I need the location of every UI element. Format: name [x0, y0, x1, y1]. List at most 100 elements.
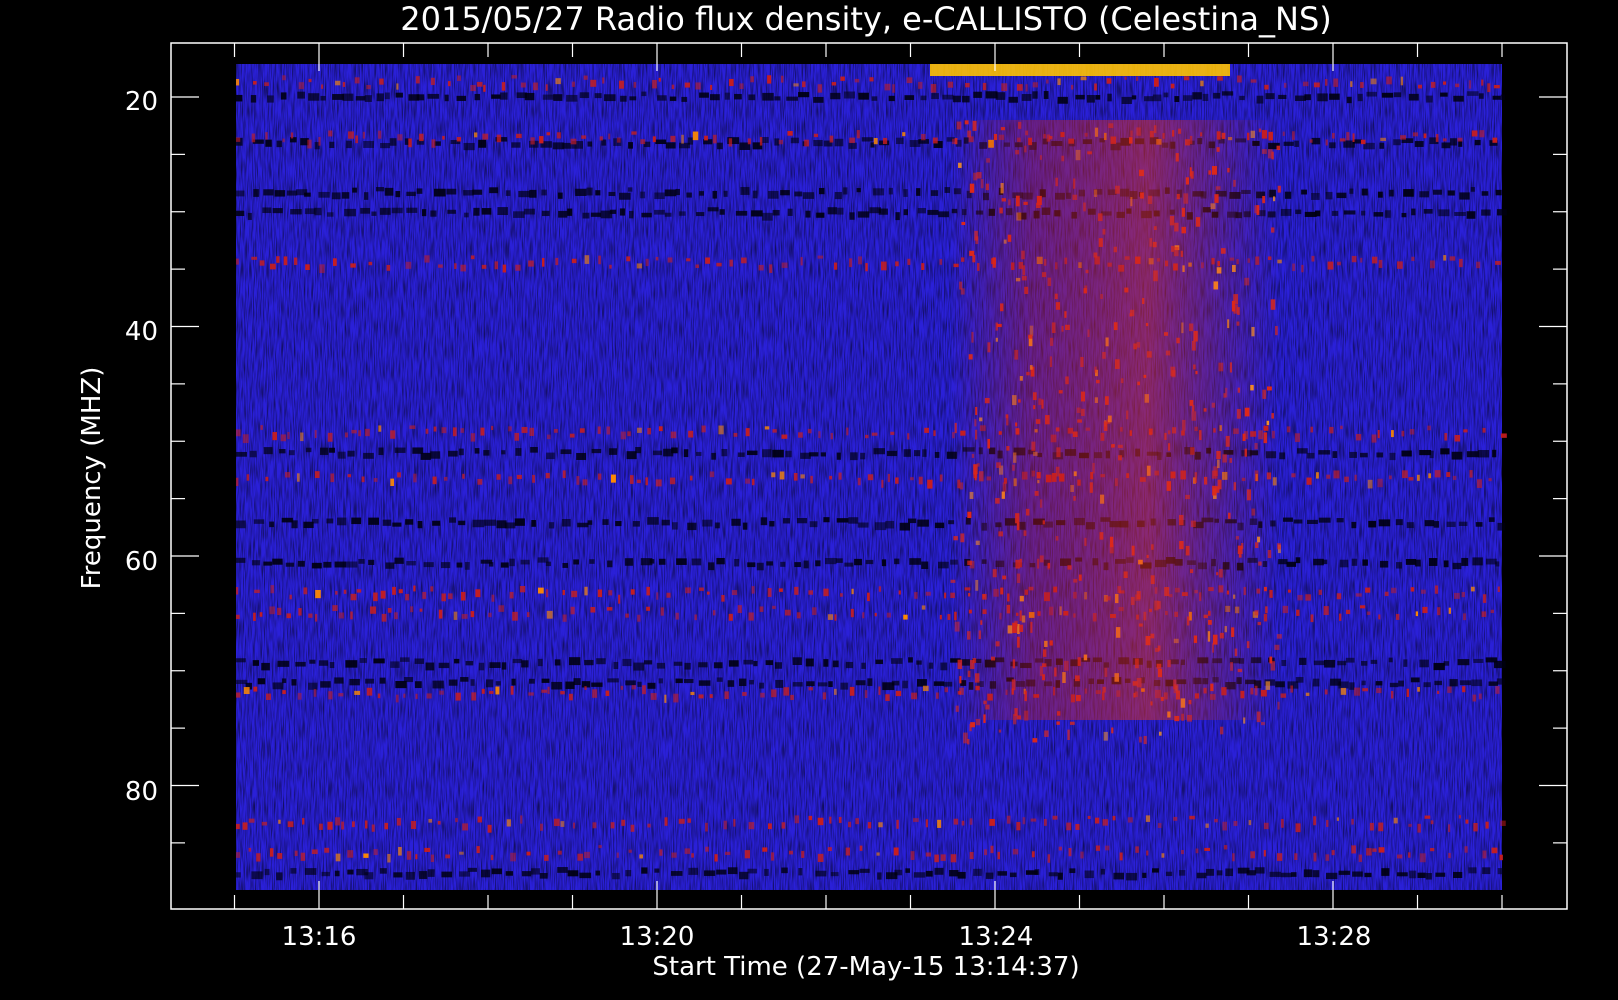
red-speckle: [914, 592, 918, 599]
red-speckle: [506, 819, 511, 827]
dark-streak: [834, 138, 844, 147]
red-speckle: [406, 851, 412, 860]
red-speckle: [878, 586, 882, 592]
red-speckle: [276, 256, 280, 263]
red-speckle: [303, 587, 308, 595]
red-speckle: [1402, 470, 1408, 479]
dark-streak: [491, 94, 501, 99]
red-speckle: [1047, 854, 1051, 863]
dark-streak: [1324, 659, 1336, 668]
dark-streak: [1461, 557, 1469, 566]
dark-streak: [902, 680, 908, 689]
red-speckle: [655, 479, 662, 487]
red-speckle: [501, 82, 506, 91]
red-speckle: [1045, 79, 1049, 84]
dark-streak: [309, 659, 316, 664]
dark-streak: [579, 872, 592, 879]
red-speckle: [335, 80, 341, 86]
red-speckle: [854, 78, 860, 83]
dark-streak: [1196, 872, 1207, 879]
dark-streak: [1453, 871, 1463, 878]
red-speckle: [476, 846, 480, 854]
dark-streak: [542, 94, 554, 100]
dark-streak: [1346, 96, 1352, 104]
red-speckle: [289, 594, 292, 600]
red-speckle: [1401, 430, 1405, 437]
red-speckle: [630, 475, 634, 484]
red-speckle: [520, 82, 526, 88]
dark-streak: [857, 522, 869, 528]
dark-streak: [472, 519, 485, 528]
dark-streak: [432, 680, 444, 689]
dark-streak: [489, 187, 498, 194]
red-speckle: [1263, 850, 1266, 857]
dark-streak: [813, 96, 824, 103]
dark-streak: [484, 519, 496, 526]
dark-streak: [394, 447, 406, 453]
dark-streak: [1472, 557, 1483, 566]
dark-streak: [1409, 870, 1417, 879]
dark-streak: [1379, 560, 1389, 568]
burst-speckle: [1158, 731, 1162, 736]
dark-streak: [782, 518, 791, 524]
burst-speckle: [1143, 735, 1147, 745]
red-speckle: [541, 257, 545, 267]
dark-streak: [541, 189, 547, 196]
dark-streak: [458, 520, 466, 526]
red-speckle: [631, 131, 637, 135]
dark-streak: [702, 519, 713, 527]
red-speckle: [453, 611, 458, 620]
dark-streak: [1497, 868, 1504, 875]
red-speckle: [328, 691, 333, 700]
dark-streak: [586, 187, 593, 196]
red-speckle: [772, 605, 776, 609]
dark-streak: [925, 870, 933, 877]
red-speckle: [1311, 255, 1315, 262]
dark-streak: [995, 92, 1006, 100]
red-speckle: [681, 134, 684, 144]
red-speckle: [692, 131, 699, 141]
red-speckle: [547, 686, 550, 694]
red-speckle: [456, 75, 461, 81]
red-speckle: [379, 78, 384, 85]
red-speckle: [1406, 688, 1409, 697]
dark-streak: [762, 449, 772, 458]
red-speckle: [546, 434, 551, 440]
dark-streak: [567, 870, 579, 877]
red-speckle: [1223, 845, 1228, 850]
dark-streak: [772, 209, 780, 216]
dark-streak: [365, 678, 375, 684]
dark-streak: [769, 521, 775, 527]
dark-streak: [739, 871, 749, 880]
red-speckle: [1470, 586, 1475, 592]
red-speckle: [1290, 685, 1294, 693]
red-speckle: [855, 818, 859, 825]
x-tick-label-1324: 13:24: [959, 922, 1034, 952]
red-speckle: [873, 137, 878, 145]
dark-streak: [894, 558, 900, 565]
dark-streak: [337, 451, 346, 459]
red-speckle: [645, 477, 648, 486]
red-speckle: [294, 850, 298, 857]
dark-streak: [742, 522, 748, 530]
red-speckle: [1462, 686, 1466, 693]
dark-streak: [500, 562, 509, 568]
dark-streak: [427, 869, 435, 877]
dark-streak: [582, 212, 590, 219]
red-speckle: [430, 854, 435, 863]
dark-streak: [363, 452, 374, 459]
red-speckle: [269, 848, 274, 857]
dark-streak: [1428, 558, 1438, 566]
dark-streak: [913, 872, 926, 878]
red-speckle: [1346, 132, 1350, 141]
red-speckle: [675, 612, 679, 620]
dark-streak: [861, 137, 874, 142]
dark-streak: [280, 92, 287, 100]
dark-streak: [684, 662, 691, 670]
red-speckle: [1326, 819, 1329, 827]
dark-streak: [820, 452, 826, 457]
dark-streak: [481, 869, 491, 878]
dark-streak: [934, 522, 945, 529]
red-speckle: [1430, 820, 1434, 825]
dark-streak: [657, 95, 667, 101]
